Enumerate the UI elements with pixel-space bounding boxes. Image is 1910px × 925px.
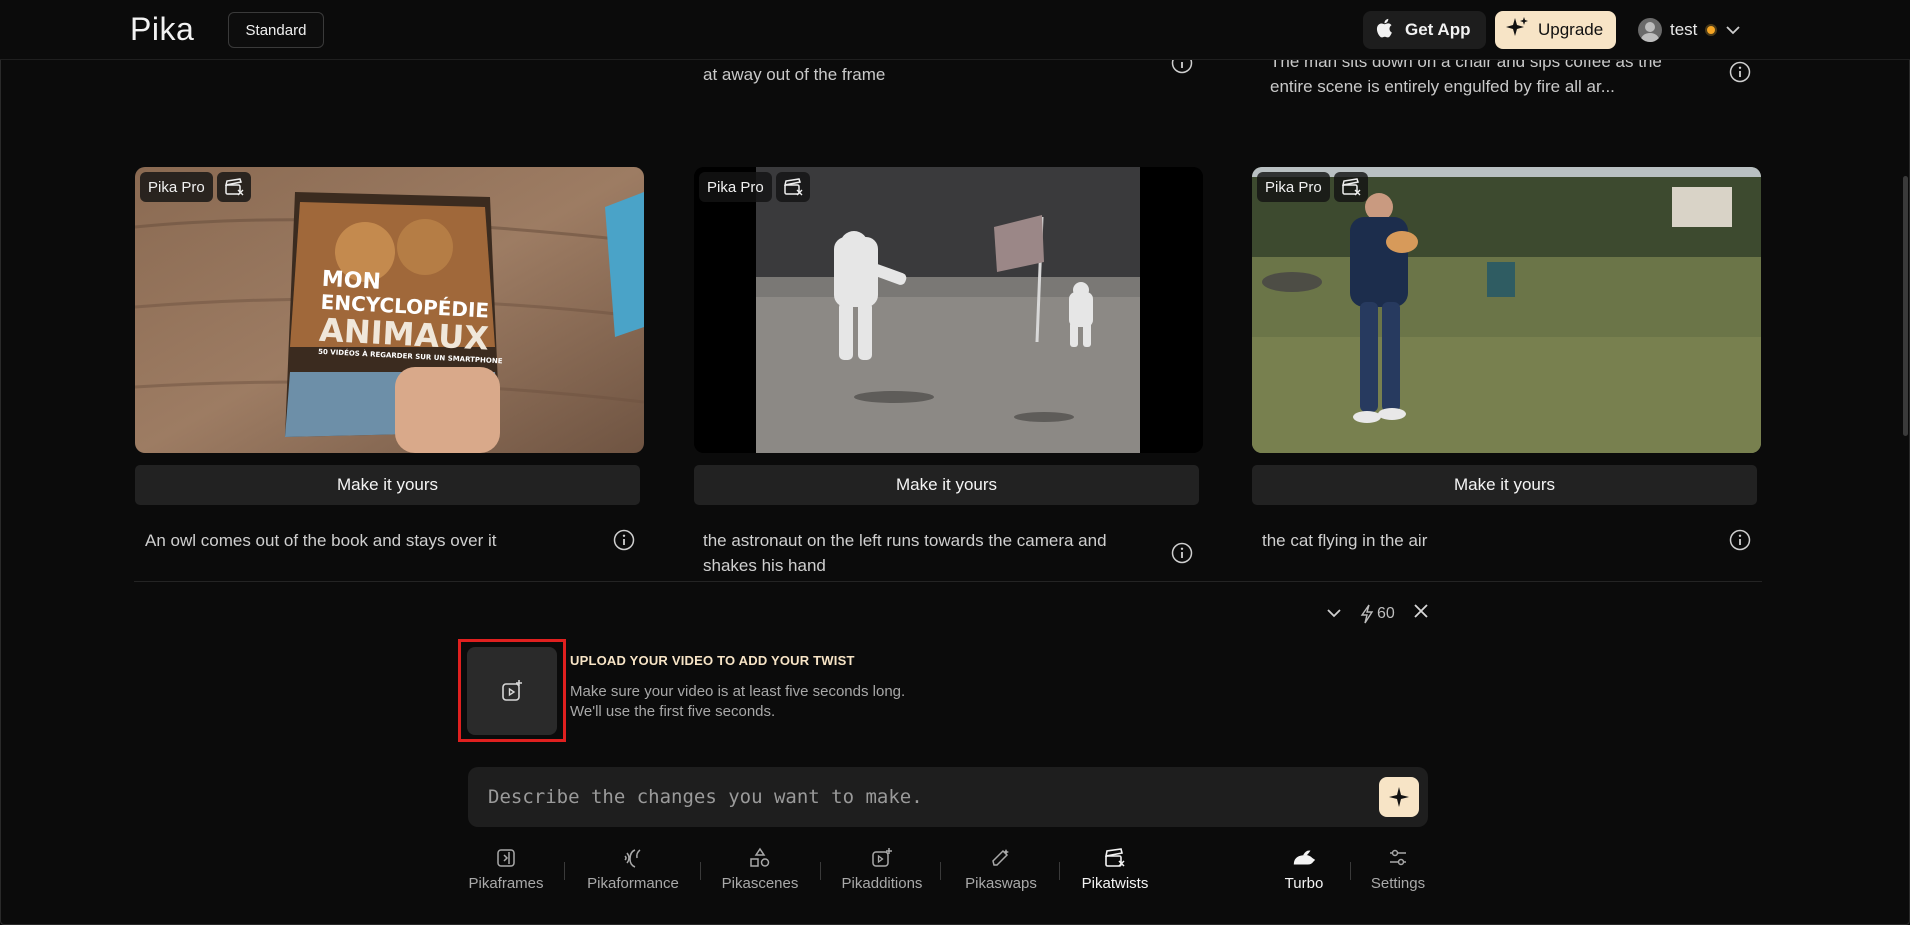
upload-line: Make sure your video is at least five se…: [570, 683, 906, 700]
info-icon[interactable]: [1729, 61, 1751, 83]
credits-count: 60: [1377, 604, 1395, 622]
clapperboard-icon: [1102, 846, 1128, 870]
make-it-yours-button[interactable]: Make it yours: [135, 465, 640, 505]
prompt-input[interactable]: [488, 783, 1348, 811]
get-app-button[interactable]: Get App: [1363, 11, 1486, 49]
tool-separator: [1059, 862, 1060, 880]
tool-separator: [700, 862, 701, 880]
tool-label: Pikatwists: [1081, 875, 1149, 892]
username: test: [1670, 20, 1698, 39]
tool-label: Settings: [1370, 875, 1426, 892]
lightning-icon: [1360, 604, 1374, 623]
user-menu[interactable]: test: [1638, 14, 1741, 46]
description-line: shakes his hand: [703, 556, 826, 575]
avatar: [1638, 18, 1662, 42]
video-thumbnail-astronaut[interactable]: Pika Pro: [694, 167, 1203, 453]
info-icon[interactable]: [1171, 542, 1193, 564]
tool-label: Turbo: [1284, 875, 1324, 892]
sparkle-icon: [1389, 787, 1409, 807]
tool-label: Pikadditions: [841, 875, 923, 892]
credits-cost: 60: [1360, 604, 1395, 624]
tool-pikadditions[interactable]: Pikadditions: [838, 846, 926, 902]
turbo-toggle[interactable]: Turbo: [1276, 846, 1332, 902]
tool-label: Pikaswaps: [965, 875, 1037, 892]
pika-logo[interactable]: Pika: [130, 11, 194, 48]
upload-line: We'll use the first five seconds.: [570, 703, 776, 720]
tool-label: Pikaformance: [587, 875, 679, 892]
clapperboard-icon[interactable]: [776, 172, 810, 202]
add-video-icon: [869, 846, 895, 870]
pika-pro-badge: Pika Pro: [140, 172, 213, 202]
pika-pro-badge: Pika Pro: [699, 172, 772, 202]
make-it-yours-button[interactable]: Make it yours: [1252, 465, 1757, 505]
sparkle-icon: [1505, 16, 1529, 45]
tool-label: Pikascenes: [721, 875, 799, 892]
brush-icon: [988, 846, 1014, 870]
sound-wave-icon: [620, 846, 646, 870]
prompt-box: [468, 767, 1428, 827]
tool-separator: [1350, 862, 1351, 880]
settings-button[interactable]: Settings: [1366, 846, 1430, 902]
tool-separator: [940, 862, 941, 880]
add-video-icon: [502, 680, 522, 701]
plan-badge-button[interactable]: Standard: [228, 12, 324, 48]
frames-icon: [493, 846, 519, 870]
info-icon[interactable]: [613, 529, 635, 551]
tool-pikaswaps[interactable]: Pikaswaps: [960, 846, 1042, 902]
card-description: at away out of the frame: [703, 65, 886, 84]
card-description: the cat flying in the air: [1262, 531, 1428, 550]
tool-pikatwists[interactable]: Pikatwists: [1075, 846, 1155, 902]
credits-coin-icon: [1705, 24, 1718, 36]
tool-separator: [820, 862, 821, 880]
upload-video-highlight: [458, 639, 566, 742]
chevron-down-icon: [1725, 20, 1741, 40]
get-app-label: Get App: [1405, 20, 1471, 39]
description-line: the astronaut on the left runs towards t…: [703, 531, 1107, 550]
upload-title: UPLOAD YOUR VIDEO TO ADD YOUR TWIST: [570, 653, 855, 668]
close-icon[interactable]: [1413, 603, 1429, 624]
page-scrollbar[interactable]: [1903, 176, 1908, 436]
card-description: An owl comes out of the book and stays o…: [145, 531, 497, 550]
collapse-chevron-icon[interactable]: [1326, 605, 1342, 623]
clapperboard-icon[interactable]: [1334, 172, 1368, 202]
make-it-yours-button[interactable]: Make it yours: [694, 465, 1199, 505]
upgrade-label: Upgrade: [1538, 20, 1604, 39]
tool-pikaframes[interactable]: Pikaframes: [467, 846, 545, 902]
upload-instructions: Make sure your video is at least five se…: [570, 682, 905, 722]
apple-icon: [1375, 17, 1395, 44]
section-divider: [134, 581, 1762, 582]
video-thumbnail-man-cat[interactable]: Pika Pro: [1252, 167, 1761, 453]
info-icon[interactable]: [1729, 529, 1751, 551]
sliders-icon: [1385, 846, 1411, 870]
upload-video-button[interactable]: [467, 647, 557, 735]
shapes-icon: [747, 846, 773, 870]
description-line: entire scene is entirely engulfed by fir…: [1270, 77, 1615, 96]
card-description: the astronaut on the left runs towards t…: [703, 528, 1153, 578]
video-thumbnail-book[interactable]: MON ENCYCLOPÉDIE ANIMAUX 50 VIDÉOS À REG…: [135, 167, 644, 453]
pika-pro-badge: Pika Pro: [1257, 172, 1330, 202]
clapperboard-icon[interactable]: [217, 172, 251, 202]
tool-pikaformance[interactable]: Pikaformance: [583, 846, 683, 902]
top-header: Pika Standard Get App Upgrade test: [0, 0, 1910, 60]
upgrade-button[interactable]: Upgrade: [1495, 11, 1616, 49]
tool-label: Pikaframes: [468, 875, 544, 892]
tool-pikascenes[interactable]: Pikascenes: [718, 846, 802, 902]
tool-separator: [564, 862, 565, 880]
rabbit-icon: [1291, 846, 1317, 870]
generate-button[interactable]: [1379, 777, 1419, 817]
panel-controls: 60: [1326, 603, 1429, 624]
